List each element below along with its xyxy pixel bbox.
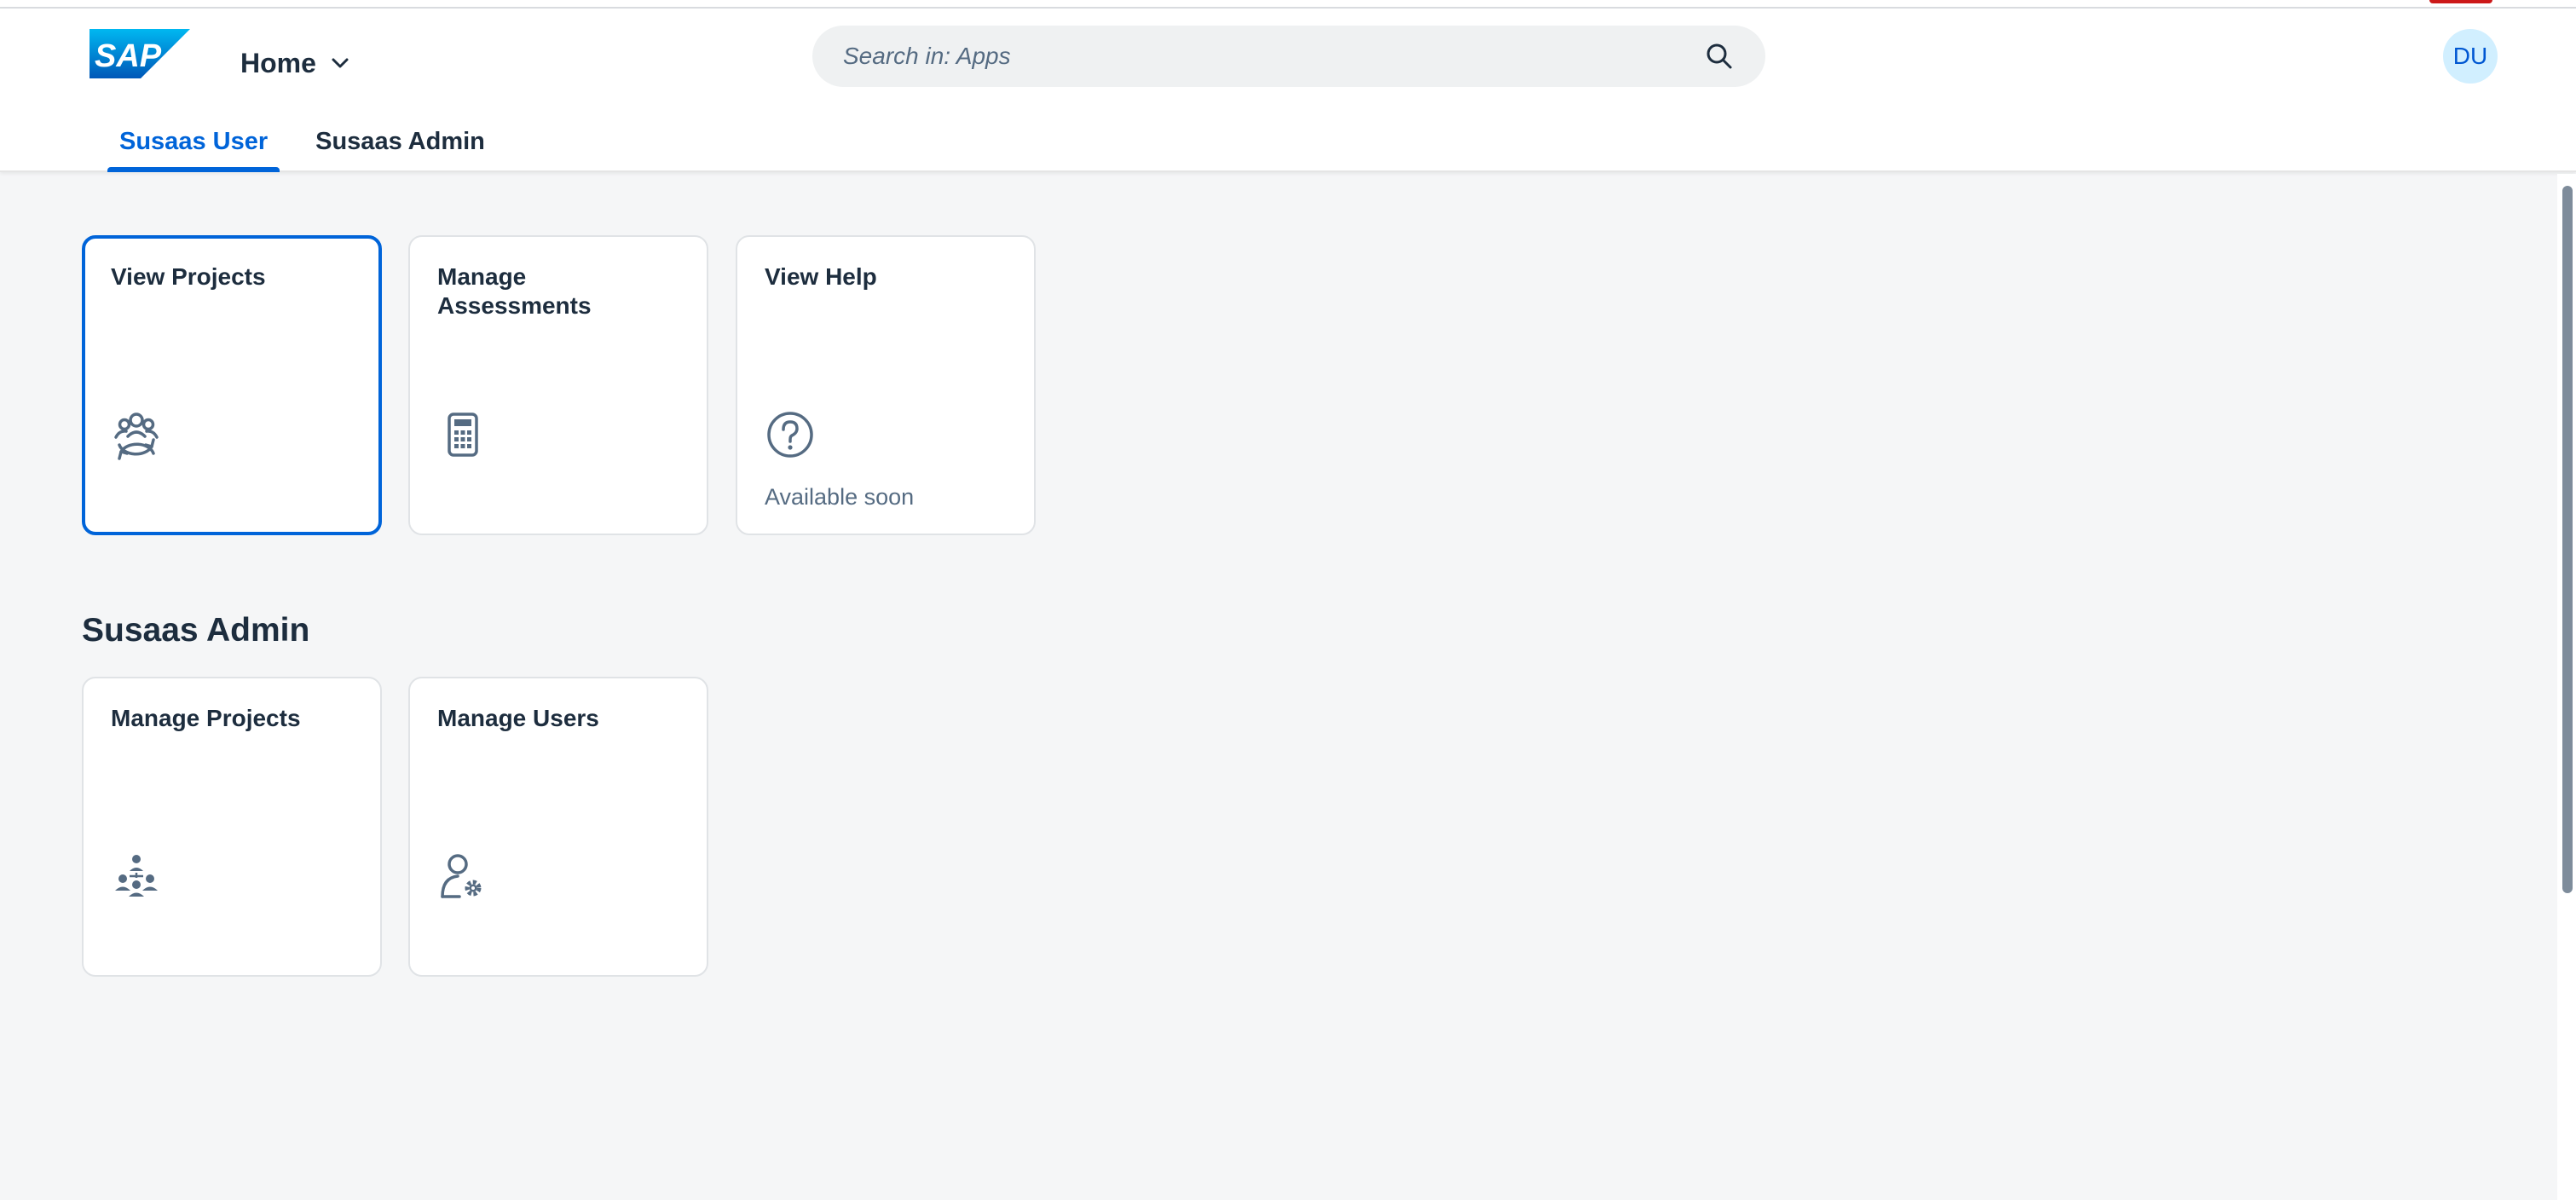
tab-susaas-admin[interactable]: Susaas Admin: [303, 104, 497, 172]
space-tabs: Susaas User Susaas Admin: [107, 104, 497, 172]
sap-logo[interactable]: SAP: [90, 29, 190, 78]
tab-susaas-user[interactable]: Susaas User: [107, 104, 280, 172]
tile-view-projects[interactable]: View Projects: [82, 235, 382, 535]
tile-manage-projects[interactable]: Manage Projects: [82, 677, 382, 977]
tile-title: Manage Projects: [111, 705, 301, 731]
home-menu-button[interactable]: Home: [240, 39, 350, 87]
chevron-down-icon: [332, 58, 349, 68]
tile-title: View Help: [765, 263, 877, 290]
tile-view-help[interactable]: View Help Available soon: [736, 235, 1036, 535]
home-label: Home: [240, 47, 316, 78]
people-sync-icon: [114, 412, 159, 460]
browser-top-edge: [0, 0, 2576, 9]
page-scrollbar[interactable]: [2557, 174, 2576, 1200]
question-circle-icon: [767, 412, 813, 458]
search-input[interactable]: [843, 43, 1704, 70]
tile-manage-users[interactable]: Manage Users: [408, 677, 708, 977]
tile-manage-assessments[interactable]: Manage Assessments: [408, 235, 708, 535]
close-tab-edge: [2429, 0, 2492, 3]
section-title-admin: Susaas Admin: [82, 612, 310, 649]
tile-title: Manage Users: [437, 705, 599, 731]
org-hierarchy-icon: [115, 855, 158, 897]
user-avatar[interactable]: DU: [2443, 29, 2498, 84]
scrollbar-thumb[interactable]: [2562, 186, 2573, 893]
sap-logo-text: SAP: [95, 38, 162, 74]
tile-footer: Available soon: [765, 484, 915, 510]
user-settings-icon: [441, 854, 482, 898]
search-bar[interactable]: [812, 26, 1765, 87]
tile-title: View Projects: [111, 263, 266, 290]
avatar-initials: DU: [2452, 43, 2488, 69]
tab-label: Susaas User: [119, 128, 269, 155]
search-icon[interactable]: [1704, 41, 1735, 72]
tile-title: Manage Assessments: [437, 263, 592, 319]
calculator-icon: [448, 412, 478, 457]
shell-bar: SAP Home DU Susaas User Susaas Admin: [0, 9, 2576, 172]
tab-label: Susaas Admin: [315, 128, 485, 155]
